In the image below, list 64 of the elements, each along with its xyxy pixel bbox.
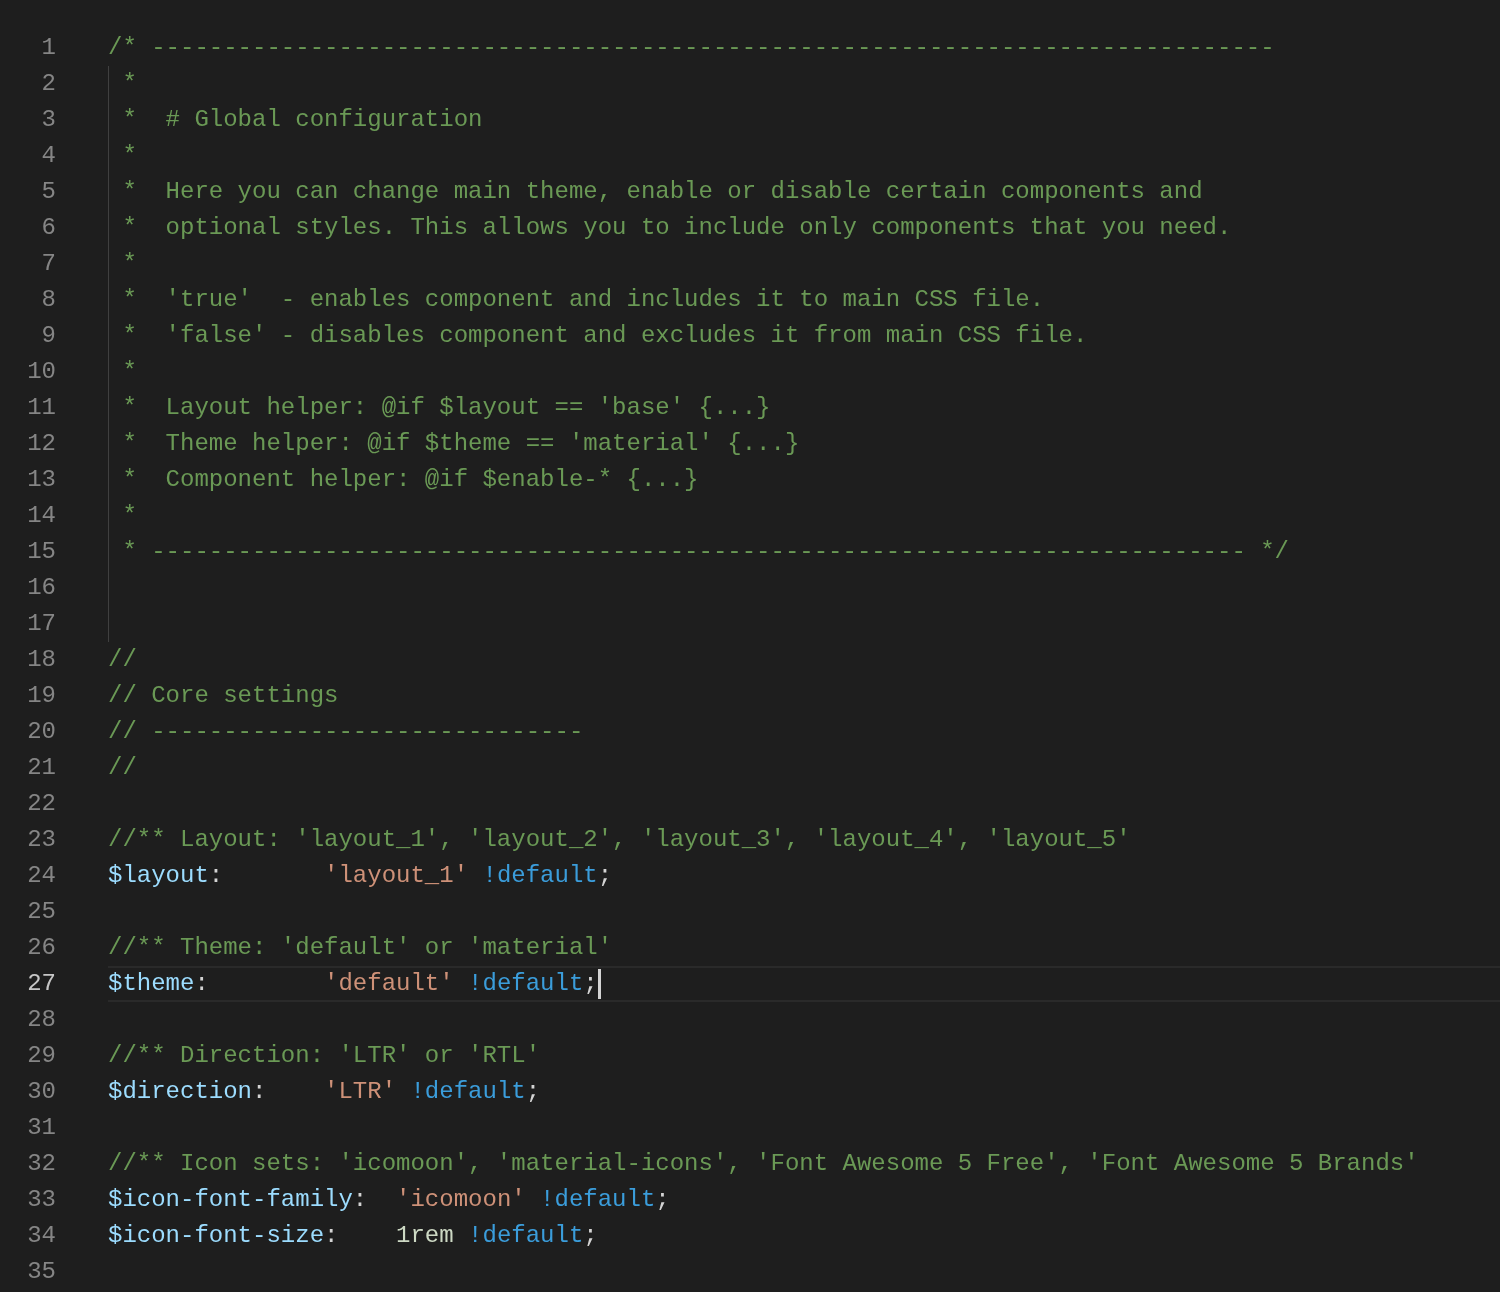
code-line: //** Direction: 'LTR' or 'RTL' <box>108 1041 541 1071</box>
line-number: 7 <box>40 249 56 279</box>
code-line: * Component helper: @if $enable-* {...} <box>121 465 699 495</box>
line-number: 10 <box>26 357 56 387</box>
line-number: 12 <box>26 429 56 459</box>
code-line: // <box>108 645 137 675</box>
code-line: $icon-font-family: 'icomoon' !default; <box>108 1185 670 1215</box>
line-number: 9 <box>40 321 56 351</box>
line-number: 18 <box>26 645 56 675</box>
code-line: $icon-font-size: 1rem !default; <box>108 1221 598 1251</box>
code-line: * # Global configuration <box>121 105 483 135</box>
code-line: * optional styles. This allows you to include only components that you need. <box>121 213 1232 243</box>
line-number: 22 <box>26 789 56 819</box>
line-number: 26 <box>26 933 56 963</box>
line-number: 8 <box>40 285 56 315</box>
code-line: * <box>121 249 137 279</box>
line-number: 23 <box>26 825 56 855</box>
code-line: // Core settings <box>108 681 339 711</box>
code-line: //** Theme: 'default' or 'material' <box>108 933 613 963</box>
line-number: 16 <box>26 573 56 603</box>
code-line: // ------------------------------ <box>108 717 584 747</box>
line-number: 15 <box>26 537 56 567</box>
line-number: 1 <box>40 33 56 63</box>
code-line: $layout: 'layout_1' !default; <box>108 861 613 891</box>
code-line: /* ------------------------------------------------------------------------------ <box>108 33 1275 63</box>
line-number: 32 <box>26 1149 56 1179</box>
line-number: 13 <box>26 465 56 495</box>
code-line: // <box>108 753 137 783</box>
line-number: 33 <box>26 1185 56 1215</box>
code-line: //** Icon sets: 'icomoon', 'material-icons', 'Font Awesome 5 Free', 'Font Awesome 5 Brands' <box>108 1149 1419 1179</box>
code-line: * Theme helper: @if $theme == 'material' {...} <box>121 429 800 459</box>
line-number: 34 <box>26 1221 56 1251</box>
line-number: 4 <box>40 141 56 171</box>
line-number: 14 <box>26 501 56 531</box>
line-number: 28 <box>26 1005 56 1035</box>
line-number: 19 <box>26 681 56 711</box>
code-line: * <box>121 69 137 99</box>
code-line: * ---------------------------------------------------------------------------- */ <box>121 537 1289 567</box>
code-line: * 'false' - disables component and excludes it from main CSS file. <box>121 321 1088 351</box>
line-number: 2 <box>40 69 56 99</box>
text-cursor <box>597 969 601 999</box>
line-number: 17 <box>26 609 56 639</box>
line-number: 11 <box>26 393 56 423</box>
line-number: 24 <box>26 861 56 891</box>
line-number: 3 <box>40 105 56 135</box>
line-number: 27 <box>26 969 56 999</box>
line-number: 5 <box>40 177 56 207</box>
code-line: * <box>121 141 137 171</box>
line-number: 21 <box>26 753 56 783</box>
line-number: 31 <box>26 1113 56 1143</box>
code-line: * <box>121 357 137 387</box>
code-line: * <box>121 501 137 531</box>
code-line: //** Layout: 'layout_1', 'layout_2', 'layout_3', 'layout_4', 'layout_5' <box>108 825 1131 855</box>
code-line: * 'true' - enables component and includes it to main CSS file. <box>121 285 1045 315</box>
line-number: 6 <box>40 213 56 243</box>
code-line: $theme: 'default' !default; <box>108 969 598 999</box>
line-number: 35 <box>26 1257 56 1287</box>
line-number: 30 <box>26 1077 56 1107</box>
code-line: * Layout helper: @if $layout == 'base' {...} <box>121 393 771 423</box>
line-number: 29 <box>26 1041 56 1071</box>
code-line: * Here you can change main theme, enable or disable certain components and <box>121 177 1203 207</box>
code-line: $direction: 'LTR' !default; <box>108 1077 541 1107</box>
line-number: 20 <box>26 717 56 747</box>
line-number: 25 <box>26 897 56 927</box>
